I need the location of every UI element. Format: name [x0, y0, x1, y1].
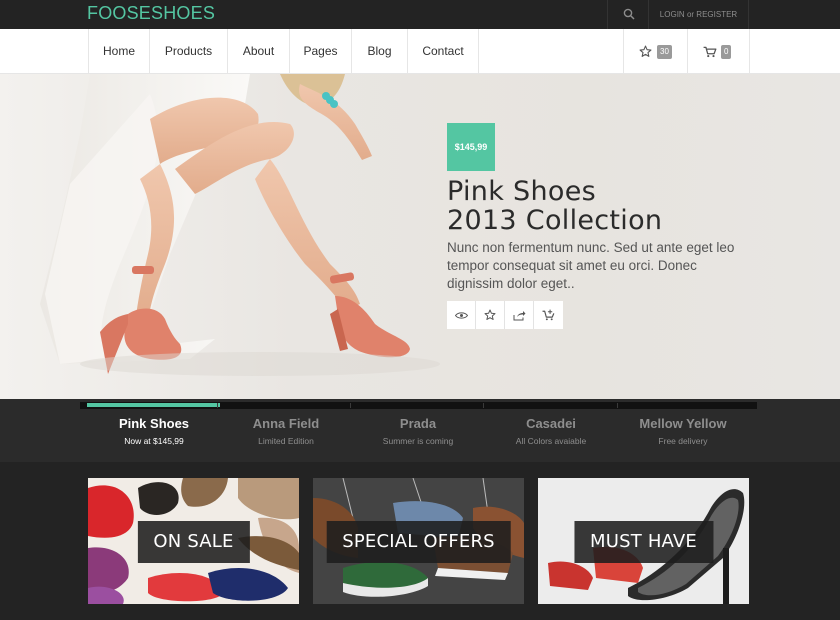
- login-or-text: or: [686, 10, 695, 19]
- slide-sub: Summer is coming: [382, 436, 454, 446]
- slide-sub: Free delivery: [658, 436, 708, 446]
- slide-name: Prada: [399, 416, 437, 431]
- top-bar: FOOSESHOES LOGIN or REGISTER: [0, 0, 840, 29]
- favorite-button[interactable]: [476, 301, 505, 329]
- promo-tile-must-have[interactable]: MUST HAVE: [538, 478, 749, 604]
- hero-actions: [447, 301, 563, 329]
- nav-item-products[interactable]: Products: [150, 29, 228, 74]
- hero-title-line2: 2013 Collection: [447, 205, 663, 236]
- add-to-cart-button[interactable]: [534, 301, 563, 329]
- slide-tab-mellow-yellow[interactable]: Mellow Yellow Free delivery: [613, 416, 753, 446]
- slider-tick: [617, 403, 618, 408]
- star-icon: [484, 309, 496, 320]
- login-link[interactable]: LOGIN: [660, 10, 685, 19]
- slide-sub: All Colors avaiable: [515, 436, 587, 446]
- promo-tile-on-sale[interactable]: ON SALE: [88, 478, 299, 604]
- login-register: LOGIN or REGISTER: [649, 0, 749, 29]
- cart-button[interactable]: 0: [687, 29, 750, 74]
- slide-tab-anna-field[interactable]: Anna Field Limited Edition: [216, 416, 356, 446]
- slide-tab-prada[interactable]: Prada Summer is coming: [348, 416, 488, 446]
- slide-name: Pink Shoes: [118, 416, 190, 431]
- cart-icon: [703, 46, 717, 58]
- nav-item-home[interactable]: Home: [88, 29, 150, 74]
- share-icon: [513, 310, 525, 320]
- hero-image: [40, 74, 440, 376]
- slide-sub: Now at $145,99: [124, 436, 184, 446]
- promo-tile-special-offers[interactable]: SPECIAL OFFERS: [313, 478, 524, 604]
- nav-item-blog[interactable]: Blog: [352, 29, 408, 74]
- slider-tick: [350, 403, 351, 408]
- promo-label: SPECIAL OFFERS: [326, 521, 511, 563]
- slide-sub: Limited Edition: [258, 436, 314, 446]
- slide-tab-casadei[interactable]: Casadei All Colors avaiable: [481, 416, 621, 446]
- register-link[interactable]: REGISTER: [696, 10, 737, 19]
- nav-item-about[interactable]: About: [228, 29, 290, 74]
- share-button[interactable]: [505, 301, 534, 329]
- promo-label: ON SALE: [137, 521, 250, 563]
- slider-progress: [87, 403, 220, 407]
- wishlist-count-badge: 30: [657, 45, 672, 59]
- wishlist-button[interactable]: 30: [623, 29, 687, 74]
- price-tag: $145,99: [447, 123, 495, 171]
- slide-name: Anna Field: [252, 416, 320, 431]
- slide-tab-pink-shoes[interactable]: Pink Shoes Now at $145,99: [84, 416, 224, 446]
- hero-banner: $145,99 Pink Shoes 2013 Collection Nunc …: [0, 74, 840, 399]
- slide-name: Mellow Yellow: [639, 416, 727, 431]
- cart-count-badge: 0: [721, 45, 732, 59]
- slider-nav: Pink Shoes Now at $145,99 Anna Field Lim…: [0, 399, 840, 462]
- slider-tick: [217, 403, 218, 408]
- search-button[interactable]: [607, 0, 649, 29]
- nav-item-pages[interactable]: Pages: [290, 29, 352, 74]
- hero-title-line1: Pink Shoes: [447, 176, 596, 207]
- promo-tiles: ON SALE SPECIAL OFFERS MUST HAVE: [0, 462, 840, 620]
- star-icon: [639, 45, 652, 57]
- hero-title: Pink Shoes 2013 Collection: [447, 177, 777, 235]
- hero-description: Nunc non fermentum nunc. Sed ut ante ege…: [447, 240, 735, 291]
- nav-item-contact[interactable]: Contact: [408, 29, 479, 74]
- promo-label: MUST HAVE: [573, 521, 714, 563]
- slider-tick: [483, 403, 484, 408]
- logo[interactable]: FOOSESHOES: [87, 3, 215, 24]
- search-icon: [623, 8, 635, 20]
- eye-icon: [454, 311, 468, 319]
- slide-name: Casadei: [526, 416, 576, 431]
- view-button[interactable]: [447, 301, 476, 329]
- main-nav: Home Products About Pages Blog Contact 3…: [0, 29, 840, 74]
- add-to-cart-icon: [542, 309, 554, 321]
